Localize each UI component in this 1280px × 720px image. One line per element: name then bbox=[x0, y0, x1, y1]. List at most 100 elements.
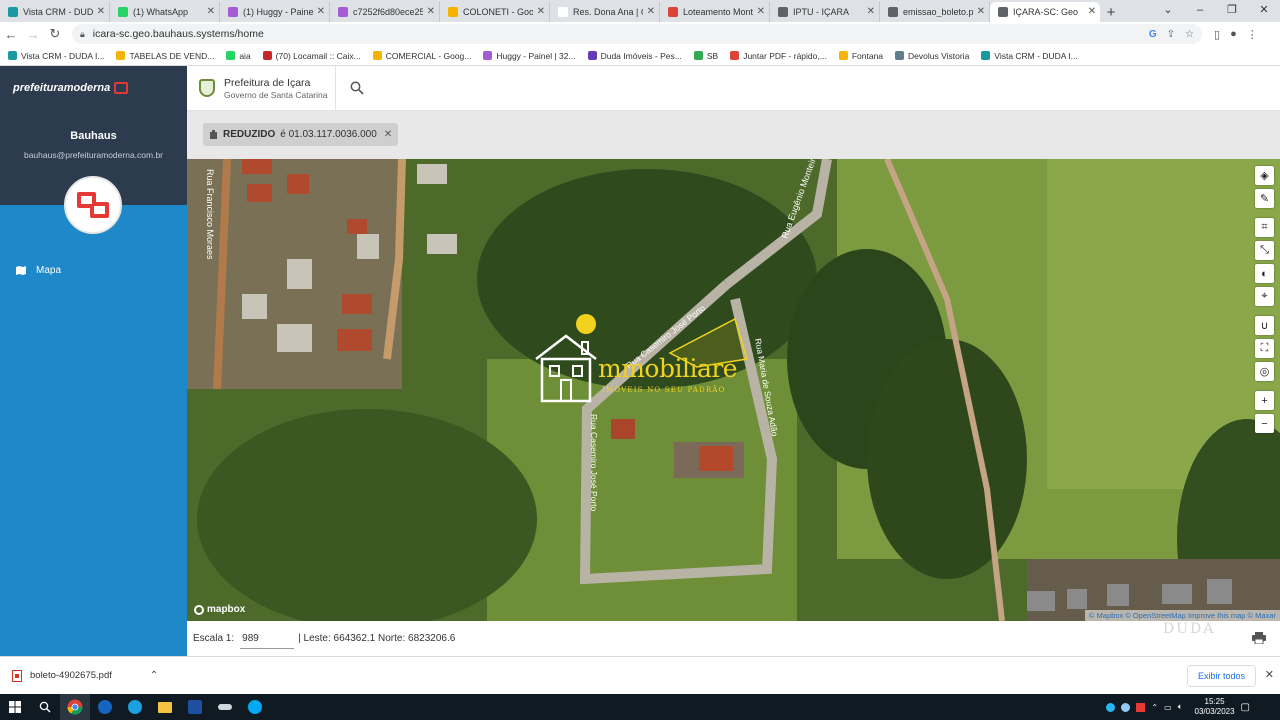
close-tab-icon[interactable]: ✕ bbox=[1088, 6, 1096, 17]
bookmark-item[interactable]: Vista CRM - DUDA I... bbox=[981, 50, 1078, 61]
draw-circle-icon[interactable]: ◐ bbox=[1255, 264, 1274, 283]
system-tray: ⌃ ▭ 🔈︎ 15:25 03/03/2023 ▢ bbox=[1106, 694, 1280, 720]
close-icon[interactable]: ✕ bbox=[1265, 668, 1274, 681]
browser-tab[interactable]: (1) WhatsApp ✕ bbox=[110, 2, 220, 22]
map-pin-icon[interactable]: ⌖ bbox=[1255, 287, 1274, 306]
browser-tab[interactable]: Vista CRM - DUDA ✕ bbox=[0, 2, 110, 22]
scale-input[interactable] bbox=[240, 628, 295, 649]
browser-tab[interactable]: c7252f6d80ece257 ✕ bbox=[330, 2, 440, 22]
bookmark-label: Duda Imóveis - Pes... bbox=[600, 50, 682, 61]
zoom-out-button[interactable]: − bbox=[1255, 414, 1274, 433]
app-icon[interactable] bbox=[180, 694, 210, 720]
download-item[interactable]: boleto-4902675.pdf ⌃ bbox=[12, 669, 158, 682]
zoom-to-selection-icon[interactable]: ⛶ bbox=[1255, 339, 1274, 358]
close-tab-icon[interactable]: ✕ bbox=[977, 6, 985, 17]
brand-logo[interactable]: prefeituramoderna bbox=[13, 82, 129, 94]
file-explorer-icon[interactable] bbox=[150, 694, 180, 720]
reload-icon[interactable]: ↻ bbox=[44, 26, 66, 42]
draw-polygon-icon[interactable]: ⌗ bbox=[1255, 218, 1274, 237]
search-icon[interactable] bbox=[30, 694, 60, 720]
mapbox-logo[interactable]: mapbox bbox=[194, 604, 245, 615]
measure-line-icon[interactable]: ⤡ bbox=[1255, 241, 1274, 260]
close-tab-icon[interactable]: ✕ bbox=[757, 6, 765, 17]
bookmark-item[interactable]: SB bbox=[693, 51, 718, 61]
tray-app-icon[interactable] bbox=[1106, 702, 1116, 712]
bookmark-label: Vista CRM - DUDA I... bbox=[994, 50, 1078, 61]
browser-tab[interactable]: IPTU - IÇARA ✕ bbox=[770, 2, 880, 22]
system-clock[interactable]: 15:25 03/03/2023 bbox=[1195, 697, 1235, 717]
close-tab-icon[interactable]: ✕ bbox=[317, 6, 325, 17]
chrome-icon[interactable] bbox=[60, 694, 90, 720]
print-icon[interactable] bbox=[1252, 632, 1266, 644]
new-tab-button[interactable]: + bbox=[1100, 2, 1122, 22]
network-icon[interactable]: ▭ bbox=[1164, 703, 1172, 712]
city-name: Prefeitura de Içara bbox=[224, 76, 311, 89]
close-window-icon[interactable]: ✕ bbox=[1248, 0, 1280, 22]
browser-tab[interactable]: (1) Huggy - Painel ✕ bbox=[220, 2, 330, 22]
layers-icon[interactable]: ◈ bbox=[1255, 166, 1274, 185]
map-view[interactable]: Rua Francisco Moraes Rua Eugênio Monteir… bbox=[187, 159, 1280, 621]
bookmark-star-icon[interactable]: ☆ bbox=[1185, 29, 1194, 40]
browser-menu-icon[interactable]: ⋮ bbox=[1247, 28, 1258, 41]
bookmark-item[interactable]: COMERCIAL - Goog... bbox=[372, 51, 471, 61]
bookmark-item[interactable]: Huggy - Painel | 32... bbox=[483, 50, 576, 61]
close-tab-icon[interactable]: ✕ bbox=[427, 6, 435, 17]
bookmark-item[interactable]: (70) Locamail :: Caix... bbox=[262, 51, 361, 61]
windows-start-icon[interactable] bbox=[0, 694, 30, 720]
snap-magnet-icon[interactable]: ∪ bbox=[1255, 316, 1274, 335]
google-lens-icon[interactable]: G bbox=[1149, 29, 1157, 40]
locate-icon[interactable]: ◎ bbox=[1255, 362, 1274, 381]
back-icon[interactable]: ← bbox=[0, 27, 22, 42]
side-panel-icon[interactable]: ▯ bbox=[1214, 28, 1220, 41]
chevron-up-icon[interactable]: ⌃ bbox=[1151, 703, 1158, 712]
profile-icon[interactable]: ● bbox=[1230, 28, 1237, 41]
browser-tab[interactable]: Loteamento Monte ✕ bbox=[660, 2, 770, 22]
chevron-up-icon[interactable]: ⌃ bbox=[150, 670, 158, 681]
close-tab-icon[interactable]: ✕ bbox=[537, 6, 545, 17]
forward-icon[interactable]: → bbox=[22, 27, 44, 42]
speaker-icon[interactable]: 🔈︎ bbox=[1178, 702, 1183, 712]
close-tab-icon[interactable]: ✕ bbox=[97, 6, 105, 17]
bookmark-item[interactable]: Duda Imóveis - Pes... bbox=[587, 50, 682, 61]
close-tab-icon[interactable]: ✕ bbox=[207, 6, 215, 17]
lock-icon[interactable]: 🔒︎ bbox=[80, 29, 85, 40]
restore-icon[interactable]: ❐ bbox=[1216, 0, 1248, 22]
search-icon[interactable] bbox=[350, 81, 365, 95]
edge-icon[interactable] bbox=[120, 694, 150, 720]
avatar[interactable] bbox=[64, 176, 122, 234]
bookmark-label: Huggy - Painel | 32... bbox=[496, 50, 576, 61]
tray-app-icon[interactable] bbox=[1121, 702, 1131, 712]
browser-tab[interactable]: emissao_boleto.ph ✕ bbox=[880, 2, 990, 22]
minimize-icon[interactable]: – bbox=[1184, 0, 1216, 22]
favicon-icon bbox=[778, 7, 788, 17]
bookmark-item[interactable]: TABELAS DE VEND... bbox=[116, 51, 214, 61]
browser-tab[interactable]: Res. Dona Ana | Co ✕ bbox=[550, 2, 660, 22]
bookmark-item[interactable]: Juntar PDF - rápido,... bbox=[730, 51, 827, 61]
filter-chip[interactable]: REDUZIDO é 01.03.117.0036.000 ✕ bbox=[203, 123, 399, 146]
favicon-icon bbox=[448, 7, 458, 17]
browser-tab[interactable]: COLONETI - Goog ✕ bbox=[440, 2, 550, 22]
bookmark-item[interactable]: aia bbox=[226, 51, 251, 61]
bookmark-label: Juntar PDF - rápido,... bbox=[743, 50, 827, 61]
app-icon[interactable] bbox=[240, 694, 270, 720]
show-all-downloads-button[interactable]: Exibir todos bbox=[1186, 665, 1256, 687]
tray-app-icon[interactable] bbox=[1136, 702, 1146, 712]
brand-mark-icon bbox=[77, 192, 109, 218]
sidebar-item-mapa[interactable]: Mapa bbox=[16, 265, 61, 276]
app-icon[interactable] bbox=[210, 694, 240, 720]
close-icon[interactable]: ✕ bbox=[384, 129, 392, 140]
zoom-in-button[interactable]: + bbox=[1255, 391, 1274, 410]
messenger-app-icon[interactable] bbox=[90, 694, 120, 720]
bookmark-item[interactable]: Fontana bbox=[838, 51, 883, 61]
bookmark-item[interactable]: Vista CRM - DUDA I... bbox=[8, 51, 104, 61]
close-tab-icon[interactable]: ✕ bbox=[867, 6, 875, 17]
share-icon[interactable]: ⇪ bbox=[1167, 29, 1175, 40]
close-tab-icon[interactable]: ✕ bbox=[647, 6, 655, 17]
tab-search-icon[interactable]: ⌄ bbox=[1152, 0, 1184, 22]
edit-pencil-icon[interactable]: ✎ bbox=[1255, 189, 1274, 208]
bookmark-item[interactable]: Devolus Vistoria bbox=[895, 51, 969, 61]
browser-tab[interactable]: IÇARA-SC: Geo ✕ bbox=[990, 2, 1100, 22]
notifications-icon[interactable]: ▢ bbox=[1241, 702, 1250, 713]
map-attribution[interactable]: © Mapbox © OpenStreetMap Improve this ma… bbox=[1084, 610, 1280, 621]
url-field[interactable]: 🔒︎ icara-sc.geo.bauhaus.systems/home G ⇪… bbox=[72, 24, 1202, 44]
